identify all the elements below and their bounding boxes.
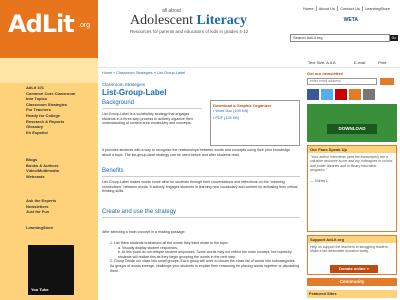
- fans-quote: "Your author interviews (and the transcr…: [310, 155, 393, 173]
- brand-tagline: Resources for parents and educators of k…: [130, 29, 249, 34]
- download-ad-banner[interactable]: DOWNLOAD: [307, 104, 397, 142]
- breadcrumb[interactable]: Home » Classroom Strategies » List-Group…: [102, 71, 185, 75]
- text-size-control[interactable]: Text Size: A A A: [308, 60, 336, 65]
- support-title: Support AdLit.org: [308, 236, 396, 243]
- download-box: Download a Graphic Organizer • Word Doc …: [210, 100, 300, 146]
- weta-logo[interactable]: WETA: [344, 17, 358, 23]
- step-list-b: b. At this point do not critique student…: [118, 250, 292, 259]
- youtube-icon[interactable]: [335, 89, 347, 100]
- right-sidebar: Get our newsletter! enter email address …: [304, 68, 400, 300]
- top-link-home[interactable]: Home: [301, 6, 317, 11]
- sidebar-item-webcasts[interactable]: Webcasts: [26, 174, 59, 180]
- steps-list: 1. List Have students brainstorm all the…: [110, 241, 300, 273]
- download-word-label: Word Doc (109 KB): [215, 109, 249, 113]
- download-pdf-label: PDF (126 KB): [215, 115, 240, 120]
- brand-word-1: Adolescent: [130, 13, 193, 28]
- top-link-about[interactable]: About Us: [317, 6, 339, 11]
- sidebar-item-fun[interactable]: Just for Fun: [26, 209, 56, 215]
- logo[interactable]: AdLit .org: [0, 0, 98, 58]
- divider: [102, 108, 202, 109]
- top-links: Home About Us Contact Us LearningStore: [301, 6, 392, 11]
- paragraph-benefits: List-Group-Label makes words come alive …: [102, 180, 298, 194]
- logo-org: .org: [78, 22, 91, 29]
- sidebar-top-band: [0, 58, 98, 83]
- twitter-icon[interactable]: [321, 89, 333, 100]
- social-icons: [307, 89, 375, 100]
- support-box: Support AdLit.org Help us support the te…: [307, 235, 397, 275]
- facebook-icon[interactable]: [307, 89, 319, 100]
- sidebar-nav-main: AdLit 101 Common Core Classroom Into Top…: [26, 85, 75, 135]
- divider: [102, 176, 300, 177]
- sidebar-nav-store: LearningStore: [26, 225, 53, 231]
- top-link-contact[interactable]: Contact Us: [338, 6, 363, 11]
- sidebar-item-espanol[interactable]: En Español: [26, 130, 75, 136]
- search-input[interactable]: Search AdLit.org: [290, 34, 390, 42]
- donate-button[interactable]: Donate online »: [330, 265, 378, 273]
- fans-box: Our Fans Speak Up "Your author interview…: [307, 145, 397, 232]
- sidebar-item-learningstore[interactable]: LearningStore: [26, 225, 53, 231]
- heading-background: Background: [102, 100, 135, 106]
- sidebar-nav-extras: Ask the Experts Newsletters Just for Fun: [26, 198, 56, 215]
- sidebar-nav-media: Blogs Books & Authors Video/Multimedia W…: [26, 157, 59, 179]
- paragraph-relationships: It provides students with a way to recog…: [102, 148, 291, 157]
- download-word-link[interactable]: • Word Doc (109 KB): [213, 109, 297, 115]
- sidebar-item-experts[interactable]: Ask the Experts: [26, 198, 56, 204]
- newsletter-email-field[interactable]: enter email address: [307, 78, 377, 85]
- logo-text: AdLit: [8, 10, 75, 38]
- fans-signature: — Shirley L.: [310, 178, 330, 183]
- newsletter-title: Get our newsletter!: [307, 71, 344, 76]
- rss-icon[interactable]: [349, 89, 361, 100]
- section-label[interactable]: Classroom Strategies: [102, 82, 145, 87]
- heading-create: Create and use the strategy: [102, 209, 177, 215]
- brand-title: all about Adolescent Literacy Resources …: [130, 8, 248, 34]
- print-link[interactable]: Print: [378, 60, 386, 65]
- step-group: 2. Group Divide our class into small gro…: [110, 259, 299, 273]
- brand-big: Adolescent Literacy: [130, 14, 248, 28]
- heading-benefits: Benefits: [102, 168, 124, 174]
- left-sidebar: AdLit 101 Common Core Classroom Into Top…: [0, 58, 98, 300]
- fans-title: Our Fans Speak Up: [308, 146, 396, 153]
- top-link-store[interactable]: LearningStore: [363, 6, 392, 11]
- download-button[interactable]: DOWNLOAD: [327, 124, 377, 134]
- paragraph-background: List-Group-Label is a vocabulary strateg…: [102, 112, 193, 126]
- newsletter-go-button[interactable]: [380, 78, 394, 85]
- youtube-widget[interactable]: You Tube: [28, 245, 74, 295]
- brand-word-2: Literacy: [196, 13, 248, 28]
- tools-row: Text Size: A A A E-mail Print: [98, 58, 400, 68]
- site-header: AdLit .org all about Adolescent Literacy…: [0, 0, 400, 58]
- sidebar-item-video[interactable]: Video/Multimedia: [26, 168, 59, 174]
- featured-sites-header: Featured Sites: [307, 290, 397, 298]
- main-content: Home » Classroom Strategies » List-Group…: [98, 68, 304, 300]
- email-link[interactable]: E-mail: [354, 60, 365, 65]
- search-go-button[interactable]: Go: [390, 35, 398, 41]
- download-pdf-link[interactable]: • PDF (126 KB): [213, 116, 297, 122]
- youtube-label: You Tube: [31, 287, 49, 292]
- support-text: Help us support the teachers of struggli…: [310, 245, 389, 254]
- page-title: List-Group-Label: [102, 88, 167, 97]
- paragraph-intro-steps: After selecting a main concept in a read…: [102, 230, 186, 234]
- community-header: Community: [307, 278, 397, 286]
- more-icon[interactable]: [363, 89, 375, 100]
- divider: [102, 217, 300, 218]
- download-title: Download a Graphic Organizer: [213, 103, 272, 108]
